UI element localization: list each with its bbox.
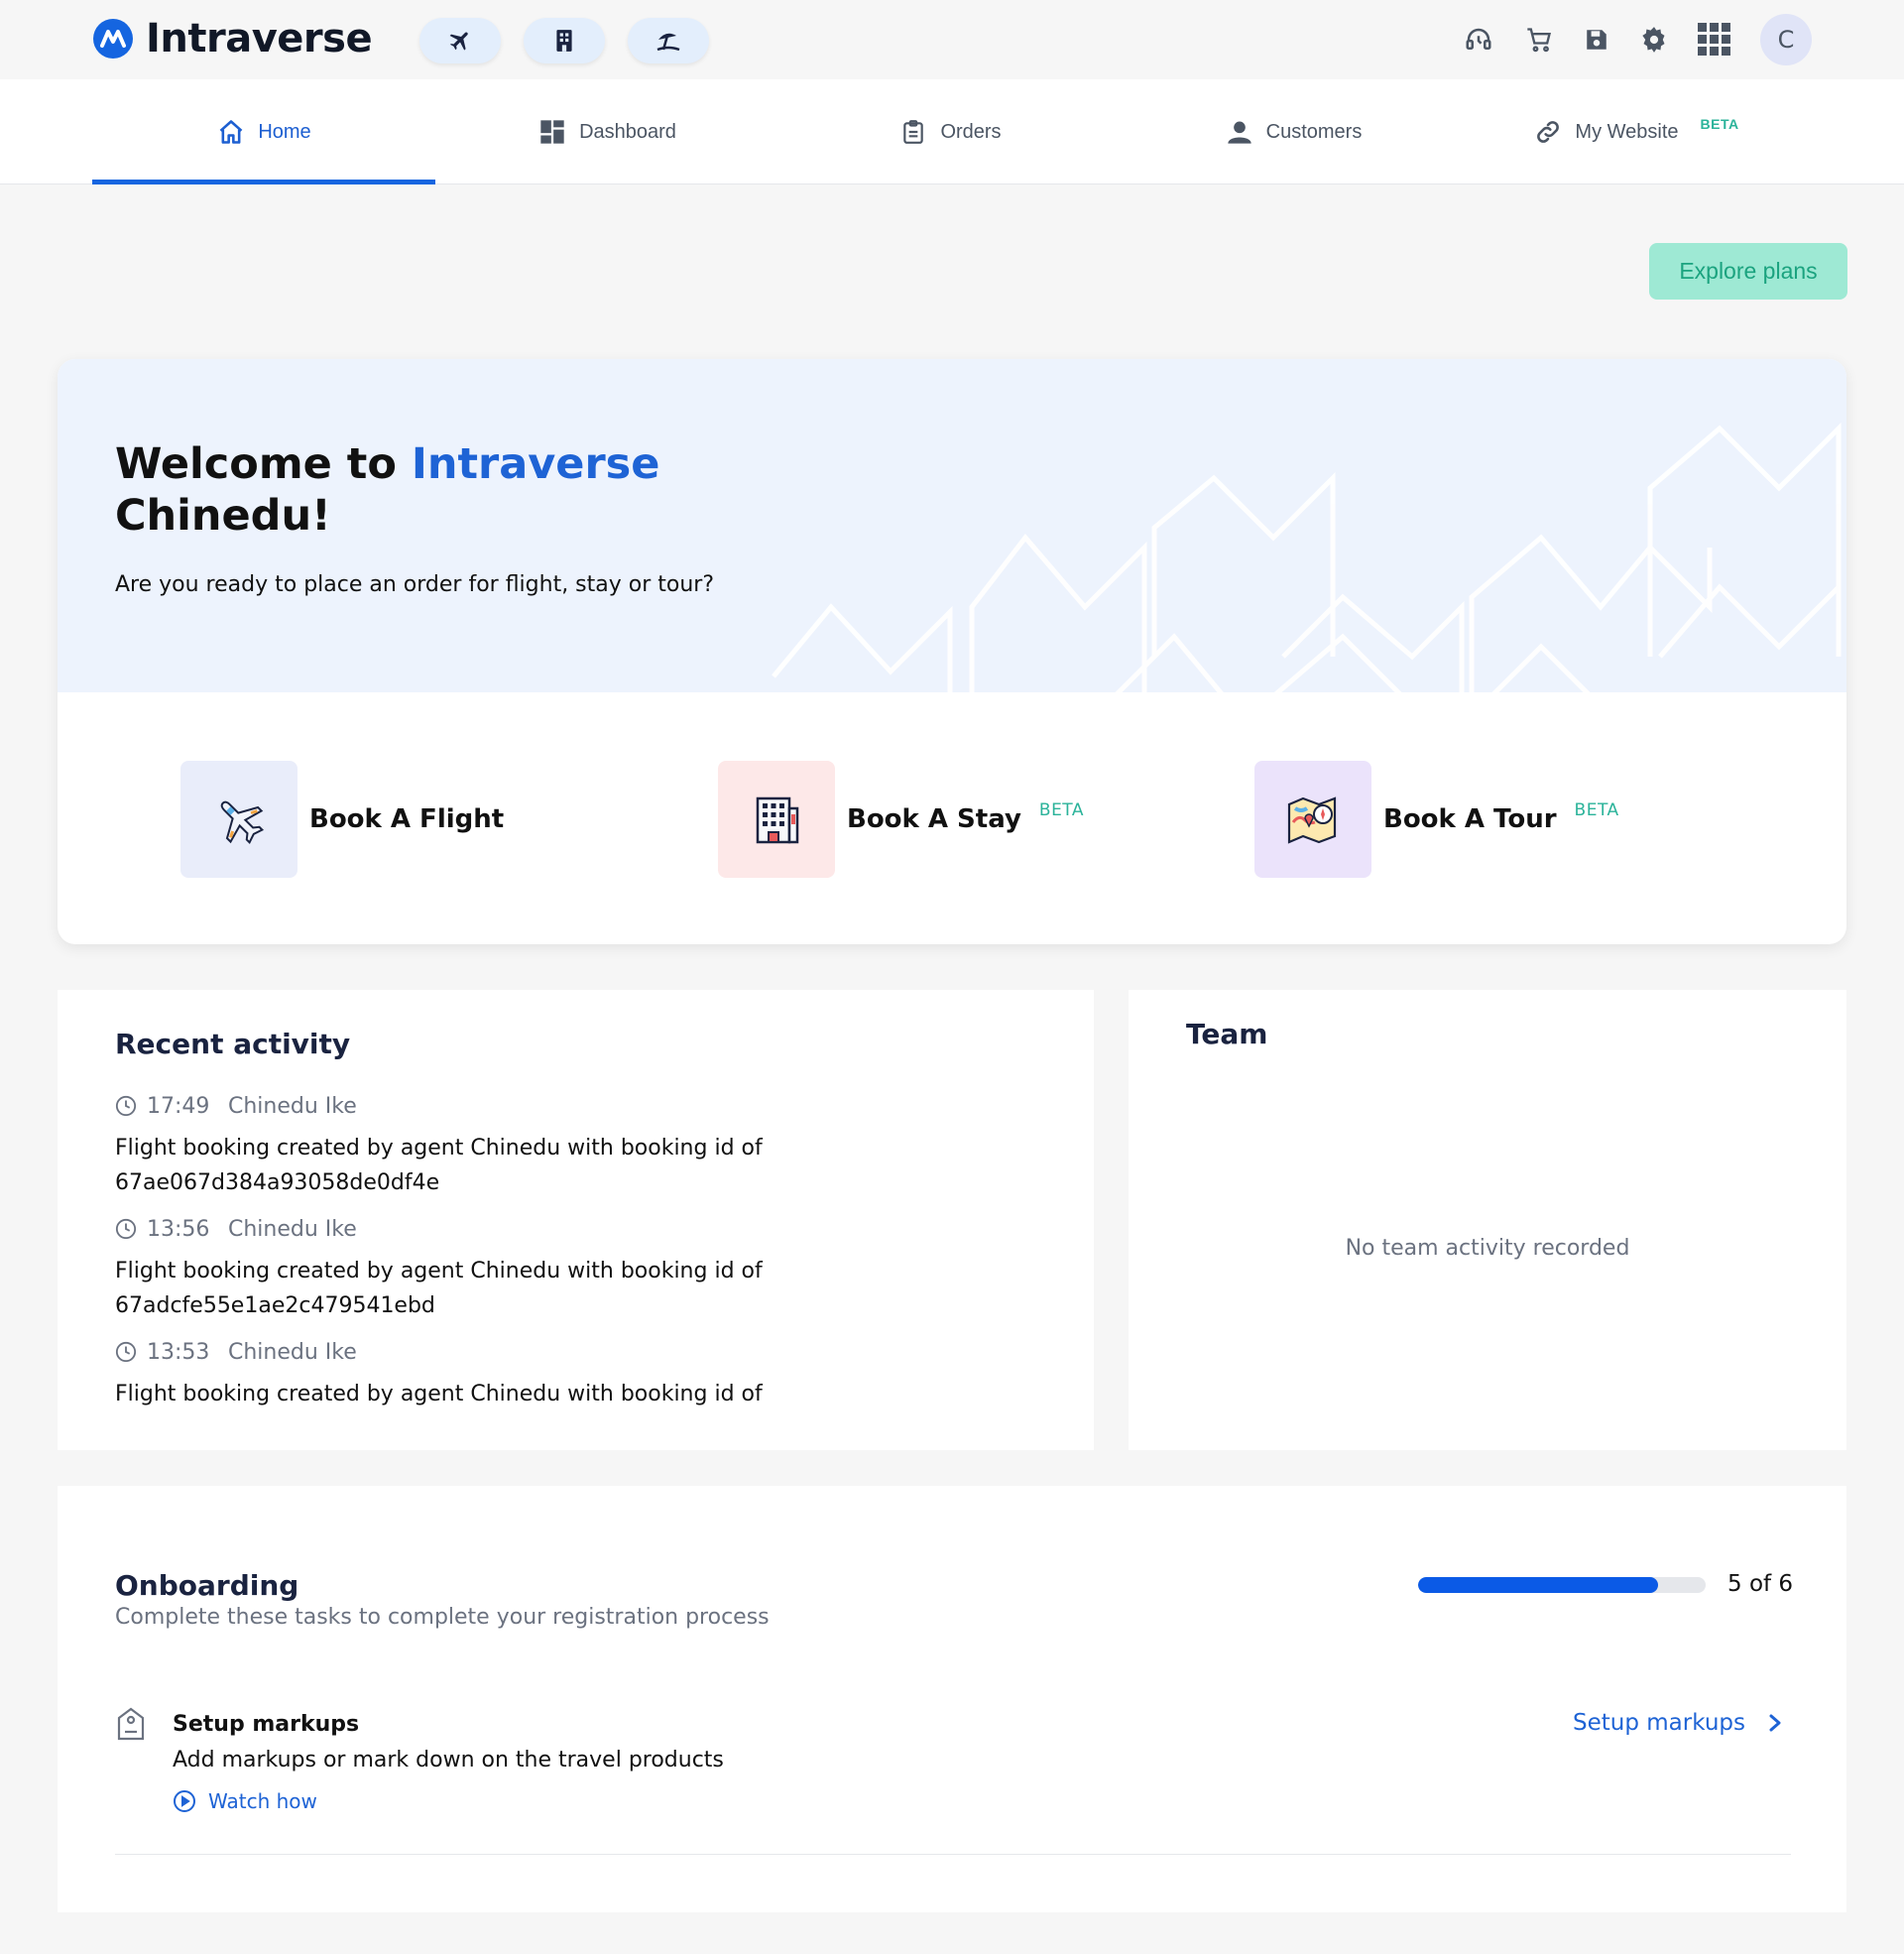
welcome-subtitle: Are you ready to place an order for flig… [115, 572, 715, 597]
activity-entry: 13:56 Chinedu Ike Flight booking created… [115, 1212, 1008, 1323]
book-tour-action[interactable]: Book A Tour BETA [1254, 761, 1619, 878]
user-avatar[interactable]: C [1760, 14, 1812, 65]
main-nav: Home Dashboard Orders Customers My Websi… [0, 79, 1904, 184]
beta-badge: BETA [1038, 800, 1085, 820]
progress-fill [1418, 1577, 1658, 1593]
activity-text: Flight booking created by agent Chinedu … [115, 1136, 763, 1195]
activity-entry: 13:53 Chinedu Ike Flight booking created… [115, 1335, 1008, 1411]
beta-badge: BETA [1700, 116, 1739, 132]
cart-icon[interactable] [1522, 22, 1556, 58]
dashboard-icon [537, 117, 567, 147]
task-description: Add markups or mark down on the travel p… [173, 1748, 724, 1772]
activity-time: 13:56 [147, 1216, 210, 1242]
save-icon[interactable] [1580, 22, 1613, 58]
clock-icon [115, 1095, 137, 1117]
support-headset-icon[interactable] [1462, 22, 1495, 58]
tag-icon [117, 1707, 145, 1741]
book-flight-action[interactable]: Book A Flight [180, 761, 504, 878]
recent-activity-card[interactable]: Recent activity 17:49 Chinedu Ike Flight… [58, 990, 1094, 1450]
welcome-hero: Welcome to Intraverse Chinedu! Are you r… [58, 359, 1846, 692]
clock-icon [115, 1218, 137, 1240]
activity-list: 17:49 Chinedu Ike Flight booking created… [115, 1089, 1008, 1423]
tab-home[interactable]: Home [92, 79, 435, 184]
activity-user: Chinedu Ike [228, 1216, 357, 1242]
app-name: Intraverse [146, 16, 373, 61]
map-icon [1287, 796, 1337, 844]
onboarding-progress-bar [1418, 1577, 1706, 1593]
quick-flight-button[interactable] [419, 18, 501, 63]
airplane-icon [449, 32, 468, 51]
recent-activity-title: Recent activity [115, 1028, 351, 1060]
onboarding-card: Onboarding Complete these tasks to compl… [58, 1486, 1846, 1912]
top-bar: Intraverse C [0, 0, 1904, 79]
beta-badge: BETA [1574, 800, 1619, 820]
welcome-user-name: Chinedu! [115, 491, 331, 541]
welcome-brand: Intraverse [411, 439, 660, 489]
activity-time: 13:53 [147, 1339, 210, 1365]
activity-user: Chinedu Ike [228, 1339, 357, 1365]
progress-count: 5 of 6 [1727, 1571, 1794, 1597]
activity-entry: 17:49 Chinedu Ike Flight booking created… [115, 1089, 1008, 1200]
book-flight-label: Book A Flight [309, 804, 505, 834]
quick-stay-button[interactable] [524, 18, 605, 63]
clipboard-icon [898, 117, 928, 147]
chevron-right-icon [1769, 1714, 1781, 1732]
task-title: Setup markups [173, 1712, 360, 1737]
building-icon [556, 30, 572, 52]
tab-customers[interactable]: Customers [1122, 79, 1465, 184]
book-stay-action[interactable]: Book A Stay BETA [718, 761, 1084, 878]
welcome-card: Welcome to Intraverse Chinedu! Are you r… [58, 359, 1846, 944]
setup-markups-label: Setup markups [1573, 1710, 1745, 1736]
person-icon [1225, 117, 1254, 147]
tab-label: My Website [1575, 120, 1679, 143]
quick-tour-button[interactable] [628, 18, 709, 63]
watch-how-label: Watch how [208, 1789, 317, 1813]
app-logo[interactable]: Intraverse [92, 16, 373, 61]
book-tour-tile [1254, 761, 1371, 878]
book-flight-tile [180, 761, 298, 878]
book-stay-label: Book A Stay [847, 804, 1021, 834]
link-icon [1533, 117, 1563, 147]
activity-text: Flight booking created by agent Chinedu … [115, 1259, 763, 1318]
divider [115, 1854, 1791, 1855]
activity-time: 17:49 [147, 1093, 210, 1119]
clock-icon [115, 1341, 137, 1363]
tab-label: Customers [1265, 120, 1363, 143]
setup-markups-link[interactable]: Setup markups [1573, 1710, 1785, 1736]
activity-text: Flight booking created by agent Chinedu … [115, 1382, 763, 1406]
tab-label: Home [258, 120, 311, 143]
watch-how-link[interactable]: Watch how [173, 1789, 317, 1813]
team-title: Team [1186, 1018, 1268, 1050]
explore-plans-button[interactable]: Explore plans [1649, 243, 1847, 300]
onboarding-subtitle: Complete these tasks to complete your re… [115, 1605, 770, 1630]
tab-orders[interactable]: Orders [778, 79, 1122, 184]
beach-umbrella-icon [656, 33, 680, 52]
welcome-prefix: Welcome to [115, 439, 397, 489]
book-stay-tile [718, 761, 835, 878]
hotel-icon [756, 796, 799, 844]
team-empty-message: No team activity recorded [1345, 1236, 1630, 1261]
team-card: Team No team activity recorded [1129, 990, 1846, 1450]
tab-label: Dashboard [579, 120, 676, 143]
logo-icon [93, 19, 133, 59]
gear-icon[interactable] [1637, 22, 1671, 58]
home-icon [216, 117, 246, 147]
welcome-heading: Welcome to Intraverse Chinedu! [115, 438, 659, 542]
tab-dashboard[interactable]: Dashboard [435, 79, 778, 184]
tab-label: Orders [940, 120, 1002, 143]
airplane-icon [220, 800, 265, 845]
tab-my-website[interactable]: My Website BETA [1465, 79, 1808, 184]
activity-user: Chinedu Ike [228, 1093, 357, 1119]
apps-grid-icon[interactable] [1696, 22, 1733, 58]
book-tour-label: Book A Tour [1383, 804, 1557, 834]
play-circle-icon [174, 1790, 195, 1812]
onboarding-title: Onboarding [115, 1569, 299, 1602]
